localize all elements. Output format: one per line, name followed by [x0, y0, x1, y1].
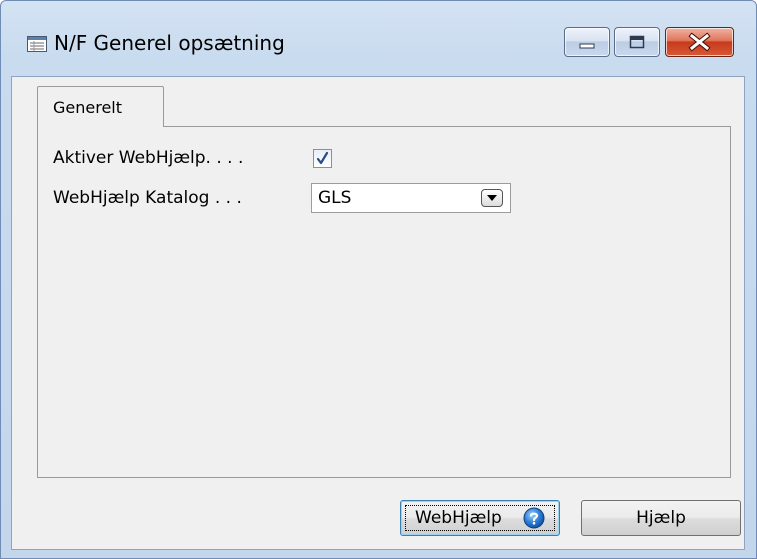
title-bar[interactable]: N/F Generel opsætning — [1, 1, 756, 83]
dropdown-button[interactable] — [481, 189, 503, 207]
webhjaelp-button-label: WebHjælp — [415, 508, 502, 528]
webhjaelp-katalog-label: WebHjælp Katalog . . . — [53, 188, 242, 208]
webhjaelp-katalog-select[interactable]: GLS — [311, 183, 511, 213]
window: N/F Generel opsætning Generelt Aktiver W… — [0, 0, 757, 559]
form-icon — [27, 36, 47, 52]
tab-panel-generelt: Aktiver WebHjælp. . . . WebHjælp Katalog… — [37, 126, 731, 478]
dropdown-arrow-icon — [487, 195, 497, 201]
webhjaelp-katalog-value: GLS — [318, 188, 352, 208]
tab-label: Generelt — [53, 98, 123, 117]
hjaelp-button-label: Hjælp — [636, 508, 686, 528]
window-title: N/F Generel opsætning — [54, 31, 285, 55]
tab-generelt[interactable]: Generelt — [37, 86, 164, 127]
checkmark-icon — [316, 151, 329, 165]
minimize-button[interactable] — [564, 27, 610, 57]
close-button[interactable] — [665, 27, 734, 57]
aktiver-webhjaelp-label: Aktiver WebHjælp. . . . — [53, 148, 244, 168]
dialog-client-area: Generelt Aktiver WebHjælp. . . . WebHjæl… — [11, 76, 745, 550]
aktiver-webhjaelp-checkbox[interactable] — [313, 149, 332, 168]
webhjaelp-button[interactable]: WebHjælp — [400, 500, 560, 536]
maximize-icon — [629, 35, 645, 49]
help-icon — [523, 507, 545, 529]
maximize-button[interactable] — [614, 27, 660, 57]
hjaelp-button[interactable]: Hjælp — [581, 500, 741, 536]
minimize-icon — [579, 43, 595, 49]
close-icon — [688, 32, 711, 52]
